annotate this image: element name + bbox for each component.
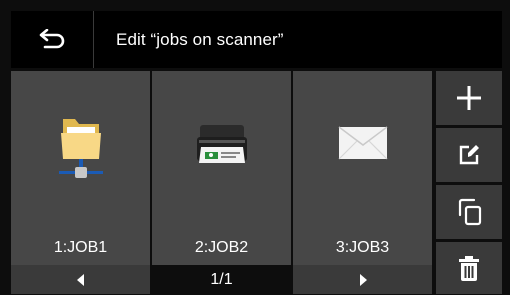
pager: 1/1 [11, 265, 432, 294]
network-folder-icon [11, 111, 150, 181]
job-tile-3[interactable]: 3:JOB3 [293, 71, 432, 265]
prev-page-button[interactable] [11, 265, 150, 294]
copy-icon [458, 198, 482, 226]
triangle-left-icon [76, 273, 84, 286]
next-page-button[interactable] [293, 265, 432, 294]
envelope-icon [293, 111, 432, 181]
side-action-bar [436, 71, 502, 294]
copy-button[interactable] [436, 185, 502, 239]
edit-icon [459, 145, 479, 165]
job-label: 3:JOB3 [335, 239, 390, 256]
job-label: 1:JOB1 [53, 239, 108, 256]
page-indicator: 1/1 [152, 265, 291, 294]
job-label: 2:JOB2 [194, 239, 249, 256]
header-bar: Edit “jobs on scanner” [11, 11, 502, 68]
back-arrow-icon [39, 28, 65, 48]
job-tile-1[interactable]: 1:JOB1 [11, 71, 150, 265]
job-tile-2[interactable]: 2:JOB2 [152, 71, 291, 265]
page-title: Edit “jobs on scanner” [116, 30, 284, 49]
job-grid: 1:JOB1 2:JOB2 3:JOB3 [11, 71, 432, 265]
job-edit-screen: Edit “jobs on scanner” 1:JOB1 2:JOB2 3:J… [11, 11, 502, 294]
plus-icon [457, 86, 481, 110]
edit-button[interactable] [436, 128, 502, 182]
trash-icon [459, 256, 479, 281]
back-button[interactable] [11, 11, 94, 68]
triangle-right-icon [359, 273, 367, 286]
delete-button[interactable] [436, 242, 502, 294]
printer-icon [152, 111, 291, 181]
add-button[interactable] [436, 71, 502, 125]
